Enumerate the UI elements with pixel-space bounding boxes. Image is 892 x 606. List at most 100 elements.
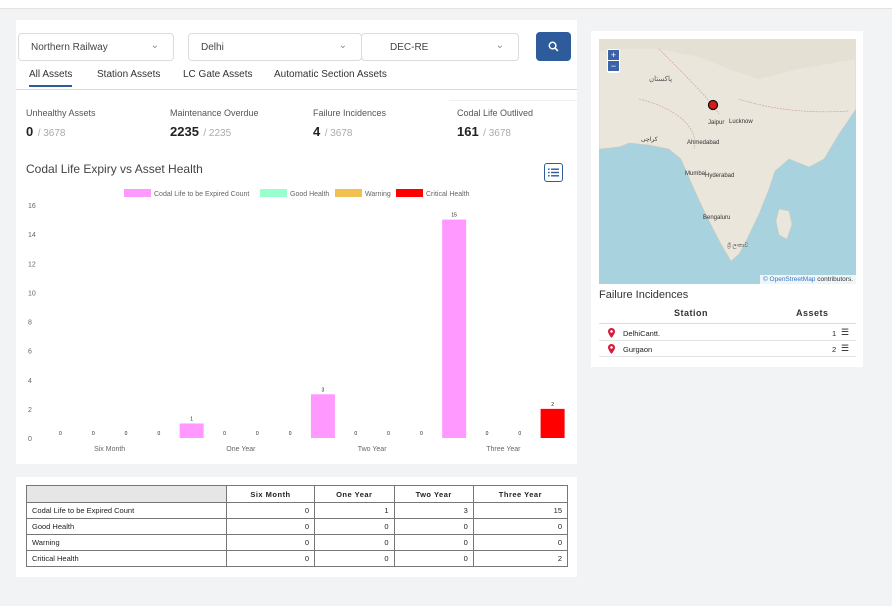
map[interactable]: Jaipur Lucknow Ahmedabad Mumbai Hyderaba… [599,39,856,284]
failure-row[interactable]: Gurgaon 2 ☰ [599,341,856,357]
stat-maintenance-overdue[interactable]: Maintenance Overdue 2235 / 2235 [170,108,259,141]
map-label-srilanka: ශ්‍රී ලංකාව [727,242,748,249]
map-base: Jaipur Lucknow Ahmedabad Mumbai Hyderaba… [599,39,856,262]
data-label: 2 [551,402,554,408]
stat-label: Maintenance Overdue [170,108,259,118]
table-cell: 0 [313,534,395,551]
filter-card: Northern Railway ⌄ Delhi ⌄ DEC-RE ⌄ All … [16,20,577,150]
x-tick-label: One Year [226,446,256,453]
osm-text: contributors. [815,276,853,283]
top-bar [0,0,892,9]
tab-automatic-section-assets[interactable]: Automatic Section Assets [274,69,387,80]
legend-swatch [335,189,362,197]
table-row: Codal Life to be Expired Count 0 1 3 15 [26,502,569,519]
tab-lc-gate-assets[interactable]: LC Gate Assets [183,69,252,80]
asset-tabs: All Assets Station Assets LC Gate Assets… [16,69,577,91]
failure-incidences-title: Failure Incidences [599,289,689,301]
section-select[interactable]: DEC-RE ⌄ [361,33,519,61]
stat-label: Failure Incidences [313,108,387,118]
summary-table-card: Six Month One Year Two Year Three Year C… [16,477,577,577]
division-select[interactable]: Delhi ⌄ [188,33,362,61]
section-select-value: DEC-RE [390,42,429,53]
zoom-out-button[interactable]: − [608,61,619,71]
table-header-cell: Three Year [472,485,569,503]
table-row: Warning 0 0 0 0 [26,534,569,551]
failure-station: DelhiCantt. [623,329,661,338]
table-cell: 0 [226,518,315,535]
y-tick-label: 2 [28,407,32,414]
failure-assets: 2 [832,345,837,354]
table-header-cell: Two Year [393,485,474,503]
bar [310,394,335,438]
zoom-in-button[interactable]: + [608,50,619,60]
table-row: Good Health 0 0 0 0 [26,518,569,535]
chevron-down-icon: ⌄ [338,40,347,51]
table-cell: Critical Health [26,550,227,567]
table-cell: 0 [226,534,315,551]
osm-link[interactable]: © OpenStreetMap [763,276,815,283]
tab-station-assets[interactable]: Station Assets [97,69,160,80]
table-cell: Codal Life to be Expired Count [26,502,227,519]
table-header-cell: Six Month [226,485,315,503]
list-icon[interactable]: ☰ [841,343,849,354]
chevron-down-icon: ⌄ [150,40,159,51]
map-label-mumbai: Mumbai [685,171,706,177]
header-assets: Assets [796,308,829,318]
search-icon [548,41,559,52]
search-button[interactable] [536,32,571,61]
failure-station: Gurgaon [623,345,653,354]
summary-table: Six Month One Year Two Year Three Year C… [26,485,569,567]
data-label: 0 [486,431,489,437]
table-cell: 0 [226,550,315,567]
x-tick-label: Six Month [94,446,125,453]
data-label: 3 [322,387,325,393]
stat-total: / 3678 [37,128,66,139]
chart-menu-button[interactable] [544,163,563,182]
y-tick-label: 14 [28,232,36,239]
data-label: 15 [451,213,457,219]
table-cell: 3 [393,502,474,519]
map-marker[interactable] [707,99,719,111]
y-tick-label: 6 [28,349,32,356]
y-tick-label: 16 [28,203,36,210]
failure-row[interactable]: DelhiCantt. 1 ☰ [599,325,856,341]
stat-codal-life-outlived[interactable]: Codal Life Outlived 161 / 3678 [457,108,533,141]
failure-assets: 1 [832,329,837,338]
bar [540,408,565,438]
stat-unhealthy-assets[interactable]: Unhealthy Assets 0 / 3678 [26,108,96,141]
chevron-down-icon: ⌄ [495,40,504,51]
stat-value: 161 [457,124,479,139]
y-tick-label: 4 [28,378,32,385]
table-cell: 0 [313,518,395,535]
legend-swatch [260,189,287,197]
table-cell: 2 [472,550,569,567]
stat-total: / 3678 [483,128,511,139]
tabs-divider [16,89,577,90]
bar [442,219,467,438]
map-panel: Jaipur Lucknow Ahmedabad Mumbai Hyderaba… [591,31,863,367]
stat-value: 2235 [170,124,199,139]
data-label: 1 [190,416,193,422]
legend-label: Critical Health [426,191,470,198]
map-zoom-control: + − [607,49,620,73]
legend-label: Good Health [290,191,329,198]
table-cell: 0 [393,550,474,567]
data-label: 0 [518,431,521,437]
x-tick-label: Three Year [486,446,521,453]
zone-select[interactable]: Northern Railway ⌄ [18,33,174,61]
map-label-ahmedabad: Ahmedabad [687,140,719,146]
list-icon[interactable]: ☰ [841,327,849,338]
zone-select-value: Northern Railway [31,42,108,53]
map-label-lucknow: Lucknow [729,119,753,125]
stat-label: Unhealthy Assets [26,108,96,118]
stat-failure-incidences[interactable]: Failure Incidences 4 / 3678 [313,108,386,141]
map-label-karachi: کراچی [641,136,658,143]
table-row: Critical Health 0 0 0 2 [26,550,569,567]
legend-label: Warning [365,191,391,198]
legend-swatch [396,189,423,197]
stat-value: 4 [313,124,321,139]
y-tick-label: 12 [28,261,36,268]
tab-all-assets[interactable]: All Assets [29,69,73,87]
table-header-row: Six Month One Year Two Year Three Year [26,485,569,503]
stat-total: / 2235 [203,128,232,139]
